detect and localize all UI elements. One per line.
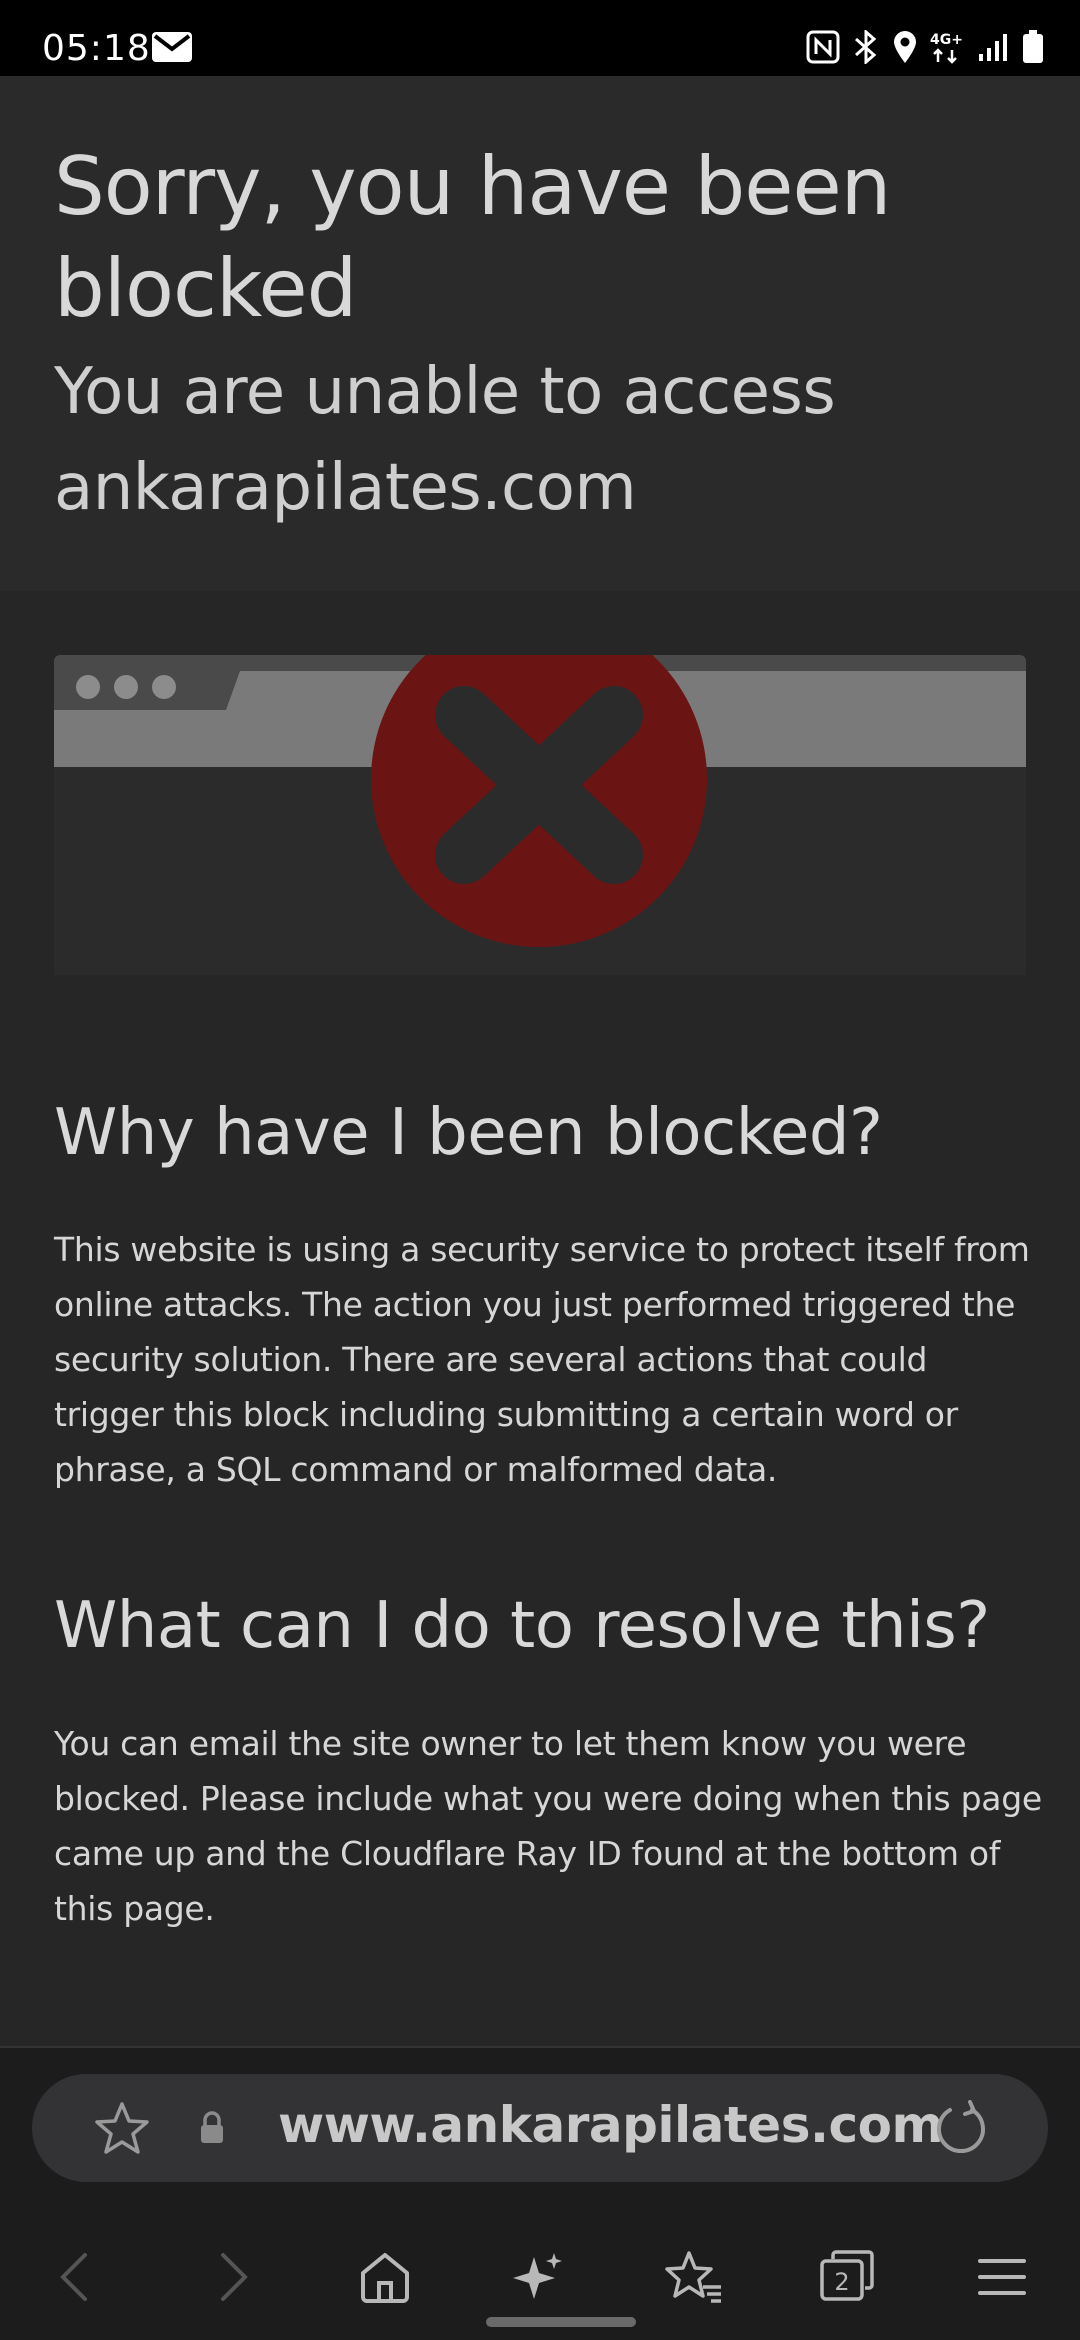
svg-text:4G+: 4G+ [930, 32, 963, 48]
back-icon[interactable] [40, 2242, 110, 2312]
browser-nav-row: 2 [0, 2234, 1080, 2324]
page-title: Sorry, you have been blocked [54, 140, 891, 335]
menu-icon[interactable] [967, 2242, 1037, 2312]
bookmark-star-icon[interactable] [94, 2101, 150, 2160]
home-indicator[interactable] [486, 2317, 636, 2327]
location-icon [892, 30, 918, 69]
tab-count: 2 [834, 2268, 849, 2296]
resolve-heading: What can I do to resolve this? [54, 1589, 990, 1663]
resolve-text: You can email the site owner to let them… [54, 1724, 1042, 1928]
page-subtitle: You are unable to access ankarapilates.c… [54, 355, 836, 525]
4g-icon: 4G+ [930, 30, 966, 69]
signal-icon [978, 32, 1010, 67]
status-time: 05:18 [42, 28, 151, 69]
bluetooth-icon [852, 28, 880, 69]
sparkle-icon[interactable] [503, 2242, 573, 2312]
home-icon[interactable] [350, 2242, 420, 2312]
web-page: Sorry, you have been blocked You are una… [0, 76, 1080, 2046]
status-bar: 05:18 4G+ [0, 0, 1080, 76]
forward-icon[interactable] [198, 2242, 268, 2312]
mail-icon [152, 32, 192, 67]
bookmarks-icon[interactable] [658, 2242, 728, 2312]
hero-section: Sorry, you have been blocked You are una… [0, 76, 1080, 591]
lock-icon [198, 2110, 226, 2151]
blocked-browser-illustration [54, 655, 1026, 975]
tabs-icon[interactable]: 2 [812, 2242, 882, 2312]
why-blocked-text: This website is using a security service… [54, 1230, 1030, 1489]
url-text[interactable]: www.ankarapilates.com [278, 2096, 944, 2154]
why-blocked-heading: Why have I been blocked? [54, 1096, 883, 1170]
status-icons: 4G+ [806, 28, 1044, 69]
address-bar[interactable]: www.ankarapilates.com [32, 2074, 1048, 2182]
nfc-icon [806, 30, 840, 69]
browser-bottom-bar: www.ankarapilates.com 2 [0, 2046, 1080, 2340]
battery-icon [1022, 30, 1044, 69]
reload-icon[interactable] [932, 2100, 988, 2161]
